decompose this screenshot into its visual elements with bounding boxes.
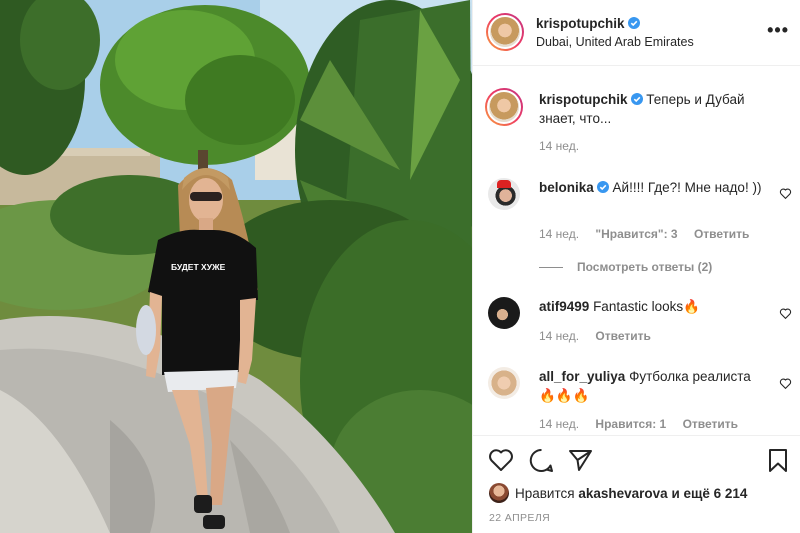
like-comment-heart-icon[interactable] [779, 187, 792, 200]
verified-badge-icon [630, 93, 643, 105]
reply-button[interactable]: Ответить [694, 227, 749, 241]
comment-text-block: belonika Ай!!!! Где?! Мне надо! )) [539, 178, 765, 197]
caption-row: krispotupchik Теперь и Дубай знает, что.… [473, 86, 800, 156]
like-comment-heart-icon[interactable] [779, 377, 792, 390]
comment-text-block: atif9499 Fantastic looks🔥 [539, 297, 765, 316]
caption-meta: 14 нед. [539, 139, 592, 153]
comment-avatar[interactable] [488, 297, 520, 329]
comment-username[interactable]: all_for_yuliya [539, 369, 625, 384]
like-heart-icon[interactable] [488, 448, 514, 472]
view-replies-label[interactable]: Посмотреть ответы (2) [577, 260, 712, 274]
photo-image: БУДЕТ ХУЖЕ [0, 0, 472, 533]
comment-likes[interactable]: "Нравится": 3 [595, 227, 677, 241]
caption-text-block: krispotupchik Теперь и Дубай знает, что.… [539, 90, 777, 128]
comment-likes[interactable]: Нравится: 1 [595, 417, 666, 431]
more-options-icon[interactable]: ••• [767, 20, 789, 41]
comment-time[interactable]: 14 нед. [539, 329, 579, 343]
post-photo[interactable]: БУДЕТ ХУЖЕ [0, 0, 472, 533]
comment-meta: 14 нед. "Нравится": 3 Ответить [539, 227, 762, 241]
comment-meta: 14 нед. Ответить [539, 329, 664, 343]
comment-row: all_for_yuliya Футболка реалиста 🔥🔥🔥 14 … [473, 367, 800, 437]
post-date[interactable]: 22 АПРЕЛЯ [489, 512, 550, 524]
comment-row: belonika Ай!!!! Где?! Мне надо! )) 14 не… [473, 176, 800, 266]
author-username-text[interactable]: krispotupchik [536, 16, 625, 31]
post-location[interactable]: Dubai, United Arab Emirates [536, 35, 694, 49]
view-replies-button[interactable]: Посмотреть ответы (2) [539, 260, 712, 274]
replies-divider [539, 267, 563, 269]
comment-row: atif9499 Fantastic looks🔥 14 нед. Ответи… [473, 297, 800, 352]
likes-summary[interactable]: Нравится akashevarova и ещё 6 214 [489, 483, 747, 503]
share-send-icon[interactable] [568, 448, 593, 472]
comment-username[interactable]: atif9499 [539, 299, 589, 314]
post-header: krispotupchik Dubai, United Arab Emirate… [473, 0, 800, 66]
caption-time[interactable]: 14 нед. [539, 139, 579, 153]
comment-bubble-icon[interactable] [529, 448, 554, 473]
liker-username[interactable]: akashevarova [578, 486, 667, 501]
comment-time[interactable]: 14 нед. [539, 227, 579, 241]
save-bookmark-icon[interactable] [768, 448, 788, 473]
verified-badge-icon [627, 17, 640, 29]
comment-username[interactable]: belonika [539, 180, 594, 195]
comment-text: Fantastic looks🔥 [593, 299, 700, 314]
post-actions: Нравится akashevarova и ещё 6 214 22 АПР… [473, 435, 800, 533]
caption-avatar[interactable] [485, 88, 523, 126]
comment-avatar[interactable] [488, 367, 520, 399]
reply-button[interactable]: Ответить [595, 329, 650, 343]
post-panel: krispotupchik Dubai, United Arab Emirate… [472, 0, 800, 533]
caption-username[interactable]: krispotupchik [539, 92, 628, 107]
comment-meta: 14 нед. Нравится: 1 Ответить [539, 417, 751, 431]
shirt-text: БУДЕТ ХУЖЕ [171, 262, 226, 272]
comment-text-block: all_for_yuliya Футболка реалиста 🔥🔥🔥 [539, 367, 765, 405]
likes-count[interactable]: и ещё 6 214 [671, 486, 747, 501]
like-comment-heart-icon[interactable] [779, 307, 792, 320]
likes-prefix: Нравится [515, 486, 575, 501]
liker-avatar [489, 483, 509, 503]
comment-avatar[interactable] [488, 178, 520, 210]
comment-time[interactable]: 14 нед. [539, 417, 579, 431]
author-avatar[interactable] [486, 13, 524, 51]
comment-text: Ай!!!! Где?! Мне надо! )) [612, 180, 762, 195]
verified-badge-icon [596, 181, 609, 193]
reply-button[interactable]: Ответить [683, 417, 738, 431]
author-username[interactable]: krispotupchik [536, 16, 640, 31]
